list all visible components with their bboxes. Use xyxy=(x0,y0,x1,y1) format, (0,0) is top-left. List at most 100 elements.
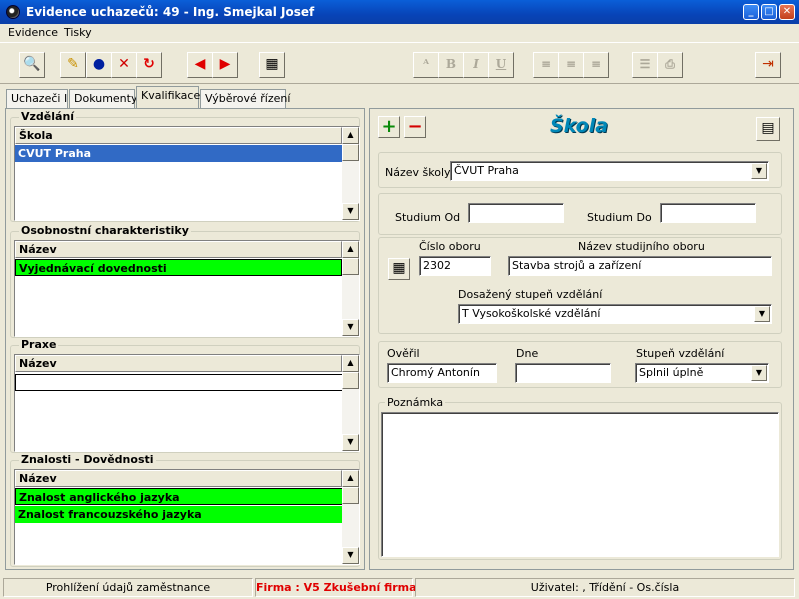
status-user: Uživatel: , Třídění - Os.čísla xyxy=(415,578,795,597)
praxe-group: Praxe Název ▲ ▼ xyxy=(10,338,360,453)
next-button[interactable]: ▶ xyxy=(212,52,238,78)
bold-icon: B xyxy=(445,57,457,71)
znalosti-grid[interactable]: Název Znalost anglického jazyka Znalost … xyxy=(14,469,360,565)
tab-kvalifikace[interactable]: Kvalifikace xyxy=(136,86,200,109)
praxe-scrollbar[interactable]: ▲ ▼ xyxy=(342,355,359,451)
scroll-up-icon[interactable]: ▲ xyxy=(342,470,359,487)
table-row[interactable]: CVUT Praha xyxy=(15,145,342,162)
align-right-button[interactable]: ≡ xyxy=(583,52,609,78)
chevron-down-icon[interactable]: ▼ xyxy=(751,163,767,179)
scroll-down-icon[interactable]: ▼ xyxy=(342,319,359,336)
add-button[interactable]: + xyxy=(378,116,400,138)
title-bar[interactable]: Evidence uchazečů: 49 - Ing. Smejkal Jos… xyxy=(0,0,799,24)
close-button[interactable]: ✕ xyxy=(779,4,795,20)
dne-label: Dne xyxy=(516,347,539,360)
menu-evidence[interactable]: Evidence xyxy=(8,26,58,39)
align-center-icon: ≡ xyxy=(565,57,577,71)
app-icon[interactable] xyxy=(6,5,20,19)
remove-button[interactable]: − xyxy=(404,116,426,138)
overil-field[interactable]: Chromý Antonín xyxy=(387,363,497,383)
vzdelani-scrollbar[interactable]: ▲ ▼ xyxy=(342,127,359,220)
edit-person-button[interactable]: ✎ xyxy=(60,52,86,78)
nazev-skoly-group: Název školy ČVUT Praha ▼ xyxy=(378,152,782,188)
bold-button[interactable]: B xyxy=(438,52,464,78)
align-left-button[interactable]: ≡ xyxy=(533,52,559,78)
arrow-right-icon: ▶ xyxy=(219,56,231,72)
scroll-thumb[interactable] xyxy=(342,372,359,389)
toolbar: 🔍 ✎ ● ✕ ↻ ◀ ▶ ▦ ᴬ B I U ≡ ≡ ≡ ☰ ⎙ ⇥ xyxy=(0,42,799,84)
underline-icon: U xyxy=(495,57,507,71)
table-row[interactable]: Znalost anglického jazyka xyxy=(15,488,346,505)
nazev-skoly-label: Název školy xyxy=(385,166,451,179)
underline-button[interactable]: U xyxy=(488,52,514,78)
scroll-down-icon[interactable]: ▼ xyxy=(342,434,359,451)
overeni-group: Ověřil Chromý Antonín Dne Stupeň vzdělán… xyxy=(378,341,782,388)
chevron-down-icon[interactable]: ▼ xyxy=(751,365,767,381)
studium-do-field[interactable] xyxy=(660,203,756,223)
align-center-button[interactable]: ≡ xyxy=(558,52,584,78)
scroll-up-icon[interactable]: ▲ xyxy=(342,355,359,372)
chevron-down-icon[interactable]: ▼ xyxy=(754,306,770,322)
nazev-oboru-label: Název studijního oboru xyxy=(578,240,705,253)
vzdelani-grid[interactable]: Škola CVUT Praha ▲ ▼ xyxy=(14,126,360,221)
znalosti-scrollbar[interactable]: ▲ ▼ xyxy=(342,470,359,564)
stupen-combo[interactable]: Splnil úplně ▼ xyxy=(635,363,769,383)
refresh-icon: ↻ xyxy=(143,56,155,72)
scroll-down-icon[interactable]: ▼ xyxy=(342,547,359,564)
osobnostni-grid[interactable]: Název Vyjednávací dovednosti ▲ ▼ xyxy=(14,240,360,337)
poznamka-textarea[interactable] xyxy=(381,412,779,557)
lookup-obor-button[interactable]: ▦ xyxy=(388,258,410,280)
scroll-up-icon[interactable]: ▲ xyxy=(342,241,359,258)
print-button[interactable]: ⎙ xyxy=(657,52,683,78)
nazev-skoly-combo[interactable]: ČVUT Praha ▼ xyxy=(450,161,769,181)
praxe-header[interactable]: Název xyxy=(15,355,342,372)
minimize-button[interactable]: _ xyxy=(743,4,759,20)
refresh-button[interactable]: ↻ xyxy=(136,52,162,78)
bullet-list-button[interactable]: ☰ xyxy=(632,52,658,78)
maximize-button[interactable]: □ xyxy=(761,4,777,20)
arrow-left-icon: ◀ xyxy=(194,56,206,72)
stupen-value: Splnil úplně xyxy=(639,366,704,379)
edit-person-icon: ✎ xyxy=(67,56,79,72)
delete-person-button[interactable]: ✕ xyxy=(111,52,137,78)
status-bar: Prohlížení údajů zaměstnance Firma : V5 … xyxy=(0,576,799,599)
menu-tisky[interactable]: Tisky xyxy=(64,26,92,39)
calculator-icon: ▦ xyxy=(392,260,406,276)
calculator-icon: ▦ xyxy=(265,56,279,72)
table-row[interactable]: Vyjednávací dovednosti xyxy=(15,259,342,276)
osobnostni-scrollbar[interactable]: ▲ ▼ xyxy=(342,241,359,336)
studium-od-field[interactable] xyxy=(468,203,564,223)
person-button[interactable]: ● xyxy=(86,52,112,78)
exit-button[interactable]: ⇥ xyxy=(755,52,781,78)
previous-button[interactable]: ◀ xyxy=(187,52,213,78)
vzdelani-header[interactable]: Škola xyxy=(15,127,342,144)
tab-uchazeci[interactable]: Uchazeči I xyxy=(6,89,68,108)
tab-dokumenty[interactable]: Dokumenty xyxy=(69,89,137,108)
table-row[interactable] xyxy=(15,374,346,391)
delete-person-icon: ✕ xyxy=(118,56,130,72)
calculator-button[interactable]: ▦ xyxy=(259,52,285,78)
dne-field[interactable] xyxy=(515,363,611,383)
font-button[interactable]: ᴬ xyxy=(413,52,439,78)
italic-button[interactable]: I xyxy=(463,52,489,78)
znalosti-title: Znalosti - Dovědnosti xyxy=(19,453,156,466)
cislo-oboru-field[interactable]: 2302 xyxy=(419,256,491,276)
poznamka-group: Poznámka xyxy=(378,396,782,560)
scroll-thumb[interactable] xyxy=(342,144,359,161)
calendar-button[interactable]: ▤ xyxy=(756,117,780,141)
tab-vyberove-rizeni[interactable]: Výběrové řízení xyxy=(200,89,290,108)
table-row[interactable]: Znalost francouzského jazyka xyxy=(15,506,346,523)
scroll-thumb[interactable] xyxy=(342,487,359,504)
nazev-oboru-field[interactable]: Stavba strojů a zařízení xyxy=(508,256,772,276)
dosazeny-combo[interactable]: T Vysokoškolské vzdělání ▼ xyxy=(458,304,772,324)
scroll-up-icon[interactable]: ▲ xyxy=(342,127,359,144)
znalosti-header[interactable]: Název xyxy=(15,470,342,487)
praxe-title: Praxe xyxy=(19,338,59,351)
dosazeny-value: T Vysokoškolské vzdělání xyxy=(462,307,601,320)
scroll-thumb[interactable] xyxy=(342,258,359,275)
scroll-down-icon[interactable]: ▼ xyxy=(342,203,359,220)
search-button[interactable]: 🔍 xyxy=(19,52,45,78)
praxe-grid[interactable]: Název ▲ ▼ xyxy=(14,354,360,452)
osobnostni-header[interactable]: Název xyxy=(15,241,342,258)
align-left-icon: ≡ xyxy=(540,57,552,71)
